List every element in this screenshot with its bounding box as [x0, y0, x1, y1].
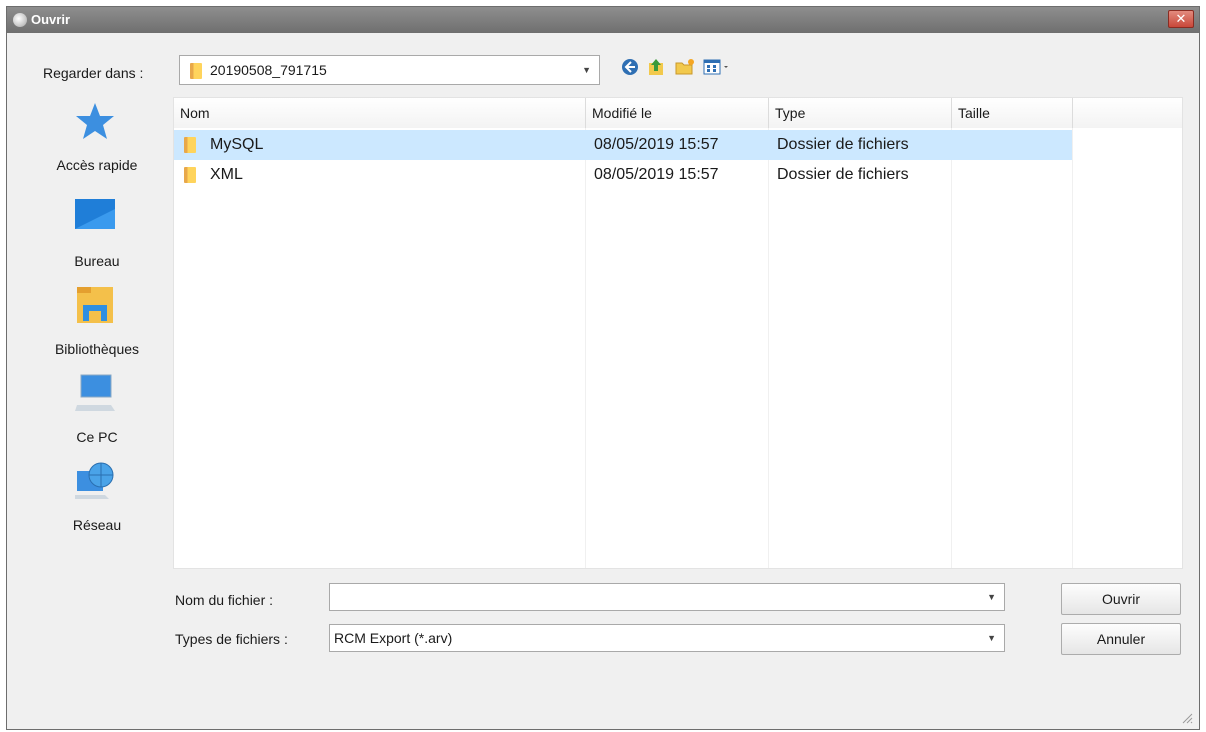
column-divider	[951, 128, 952, 568]
file-name: XML	[210, 166, 243, 183]
column-header-name[interactable]: Nom	[174, 98, 586, 128]
filename-combo[interactable]: ▼	[329, 583, 1005, 611]
place-libraries[interactable]: Bibliothèques	[23, 283, 171, 367]
chevron-down-icon[interactable]: ▼	[987, 633, 996, 643]
computer-icon	[73, 371, 117, 415]
file-row-xml[interactable]: XML 08/05/2019 15:57 Dossier de fichiers	[174, 160, 1072, 190]
file-list[interactable]: Nom Modifié le Type Taille MySQL 08/05/2…	[173, 97, 1183, 569]
file-modified: 08/05/2019 15:57	[594, 166, 719, 183]
look-in-dropdown[interactable]: 20190508_791715 ▼	[179, 55, 600, 85]
place-desktop[interactable]: Bureau	[23, 195, 171, 279]
folder-icon	[190, 63, 202, 79]
filetype-combo[interactable]: RCM Export (*.arv) ▼	[329, 624, 1005, 652]
view-menu-icon[interactable]	[702, 57, 732, 79]
file-modified: 08/05/2019 15:57	[594, 136, 719, 153]
close-button[interactable]: ✕	[1168, 10, 1194, 28]
back-icon[interactable]	[620, 57, 642, 79]
folder-icon	[184, 167, 196, 183]
window-title: Ouvrir	[31, 12, 71, 27]
libraries-icon	[73, 283, 117, 327]
file-type: Dossier de fichiers	[777, 136, 909, 153]
open-button[interactable]: Ouvrir	[1061, 583, 1181, 615]
column-header-filler	[1073, 98, 1182, 128]
folder-icon	[184, 137, 196, 153]
file-type: Dossier de fichiers	[777, 166, 909, 183]
title-bar[interactable]: Ouvrir ✕	[7, 7, 1199, 33]
place-quick-access[interactable]: Accès rapide	[23, 99, 171, 183]
up-folder-icon[interactable]	[646, 57, 668, 79]
places-bar: Accès rapide Bureau Bibliothèques Ce PC …	[23, 99, 171, 551]
place-label: Bureau	[74, 253, 120, 269]
column-header-type[interactable]: Type	[769, 98, 952, 128]
column-header-modified[interactable]: Modifié le	[586, 98, 769, 128]
place-label: Accès rapide	[56, 157, 138, 173]
column-divider	[768, 128, 769, 568]
look-in-label: Regarder dans :	[43, 65, 144, 81]
chevron-down-icon[interactable]: ▼	[987, 592, 996, 602]
cancel-button[interactable]: Annuler	[1061, 623, 1181, 655]
column-header-size[interactable]: Taille	[952, 98, 1073, 128]
place-label: Ce PC	[76, 429, 118, 445]
network-icon	[73, 459, 117, 503]
star-icon	[73, 99, 117, 143]
place-label: Bibliothèques	[54, 341, 140, 357]
file-name: MySQL	[210, 136, 264, 153]
place-this-pc[interactable]: Ce PC	[23, 371, 171, 455]
app-icon	[13, 13, 27, 27]
column-divider	[585, 128, 586, 568]
filetype-value: RCM Export (*.arv)	[334, 630, 453, 646]
filetype-label: Types de fichiers :	[175, 631, 288, 647]
file-row-mysql[interactable]: MySQL 08/05/2019 15:57 Dossier de fichie…	[174, 130, 1072, 160]
look-in-value: 20190508_791715	[210, 62, 327, 78]
resize-grip-icon[interactable]	[1181, 711, 1193, 724]
desktop-icon	[73, 195, 117, 239]
place-label: Réseau	[72, 517, 122, 533]
column-divider	[1072, 128, 1073, 568]
chevron-down-icon[interactable]: ▼	[582, 65, 591, 75]
place-network[interactable]: Réseau	[23, 459, 171, 543]
new-folder-icon[interactable]	[674, 57, 696, 79]
filename-label: Nom du fichier :	[175, 592, 274, 608]
open-file-dialog: Ouvrir ✕ Regarder dans : 20190508_791715…	[6, 6, 1200, 730]
